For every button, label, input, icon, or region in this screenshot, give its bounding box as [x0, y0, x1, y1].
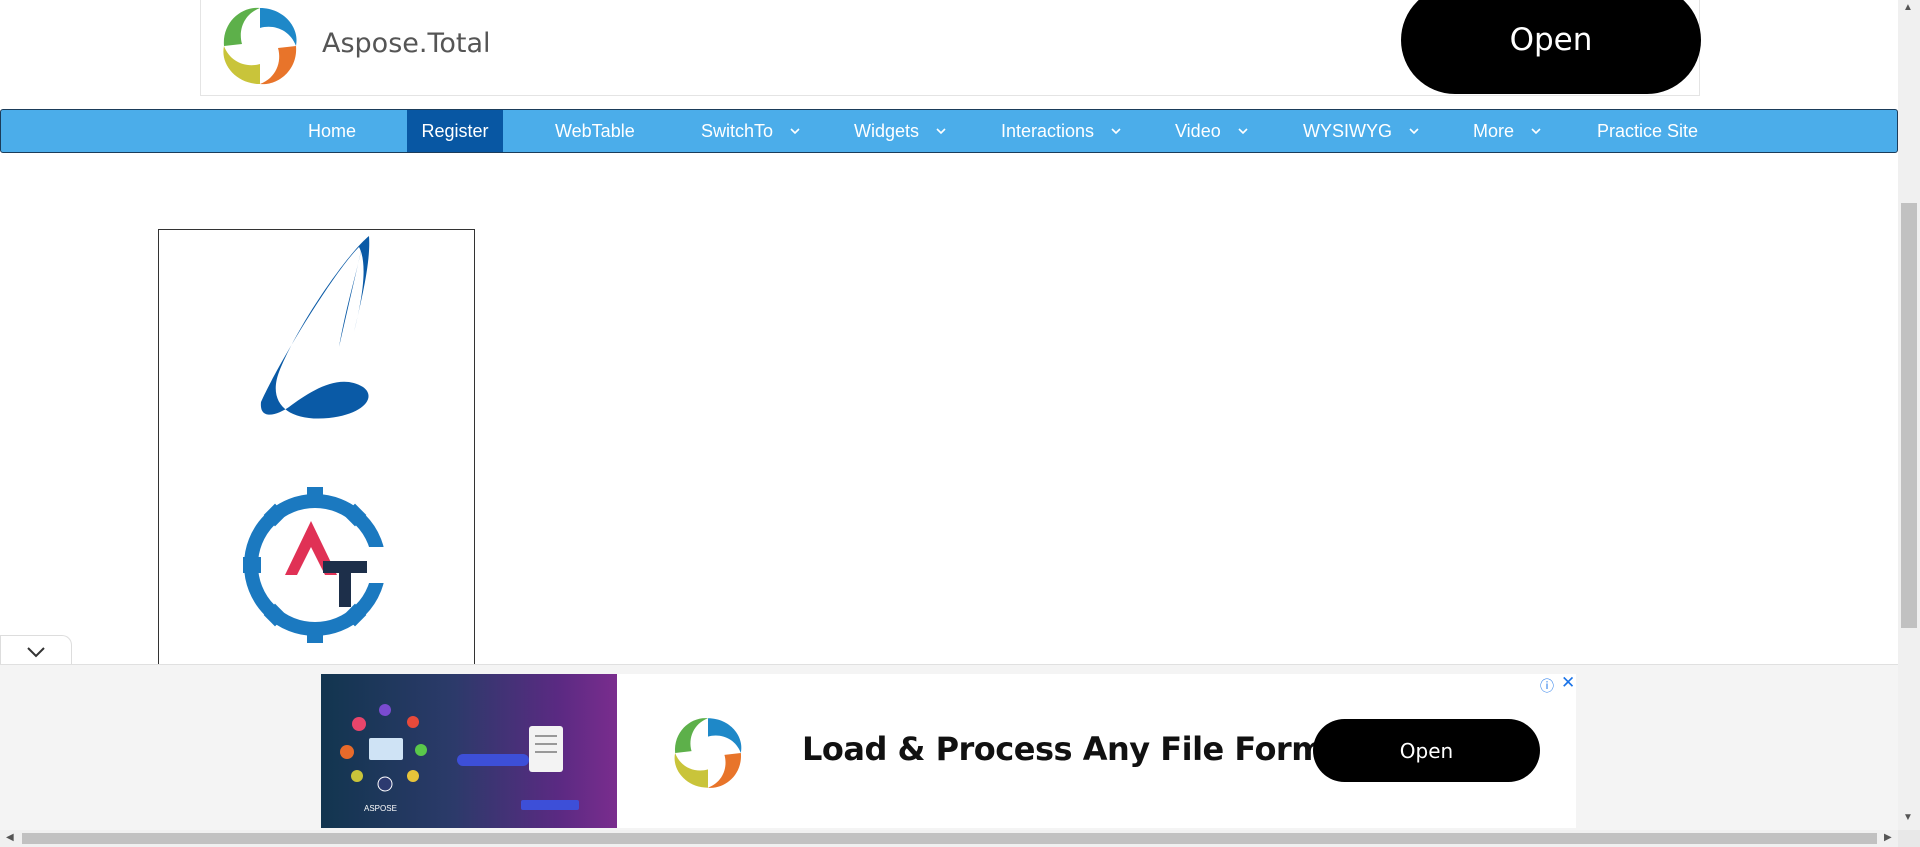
- bottom-ad-content[interactable]: ASPOSE Load & Process Any File Format Op…: [321, 673, 1576, 828]
- scroll-right-arrow-icon[interactable]: ▶: [1884, 832, 1892, 843]
- nav-item-home[interactable]: Home: [300, 110, 364, 152]
- nav-item-label: WebTable: [555, 120, 635, 141]
- nav-item-widgets[interactable]: Widgets: [854, 110, 949, 152]
- nav-item-label: Register: [421, 120, 489, 141]
- nav-item-label: SwitchTo: [701, 120, 774, 141]
- ad-collapse-toggle[interactable]: [0, 635, 72, 667]
- scrollbar-corner: [1898, 830, 1920, 847]
- at-gear-logo-icon: [243, 487, 393, 643]
- bottom-ad-open-button[interactable]: Open: [1313, 719, 1540, 782]
- nav-item-wysiwyg[interactable]: WYSIWYG: [1303, 110, 1422, 152]
- chevron-down-icon: [936, 128, 946, 135]
- chevron-down-icon: [1238, 128, 1248, 135]
- main-navbar: Home Register WebTable SwitchTo Widgets …: [0, 109, 1898, 153]
- top-ad-banner[interactable]: Aspose.Total Open: [200, 0, 1701, 96]
- nav-item-webtable[interactable]: WebTable: [555, 110, 635, 152]
- ad-illustration: ASPOSE: [321, 674, 617, 828]
- nav-item-label: More: [1473, 120, 1515, 141]
- aspose-swirl-logo-icon: [223, 7, 297, 85]
- bottom-anchor-ad: ASPOSE Load & Process Any File Format Op…: [0, 664, 1898, 831]
- aspose-swirl-logo-icon: [674, 718, 742, 788]
- nav-item-practice-site[interactable]: Practice Site: [1597, 110, 1698, 152]
- chevron-down-icon: [1111, 128, 1121, 135]
- nav-item-label: WYSIWYG: [1303, 120, 1392, 141]
- ad-image-caption: ASPOSE: [364, 804, 397, 813]
- s-brush-logo-icon: [260, 236, 370, 419]
- scroll-left-arrow-icon[interactable]: ◀: [6, 832, 14, 843]
- nav-item-interactions[interactable]: Interactions: [1001, 110, 1124, 152]
- ad-headline: Load & Process Any File Format: [802, 730, 1360, 768]
- ad-brand-name: Aspose.Total: [322, 28, 491, 59]
- top-ad-open-button[interactable]: Open: [1401, 0, 1701, 94]
- horizontal-scroll-thumb[interactable]: [22, 833, 1877, 844]
- chevron-down-icon: [1531, 128, 1541, 135]
- vertical-scrollbar[interactable]: ▲ ▼: [1898, 0, 1920, 830]
- nav-item-label: Video: [1175, 120, 1221, 141]
- horizontal-scrollbar[interactable]: ◀ ▶: [0, 830, 1898, 847]
- chevron-down-icon: [1409, 128, 1419, 135]
- nav-item-more[interactable]: More: [1473, 110, 1544, 152]
- chevron-down-icon: [790, 128, 800, 135]
- nav-item-label: Home: [307, 120, 356, 141]
- nav-item-video[interactable]: Video: [1175, 110, 1251, 152]
- nav-item-label: Interactions: [1001, 120, 1095, 141]
- chevron-down-icon: [27, 647, 45, 658]
- scroll-down-arrow-icon[interactable]: ▼: [1903, 812, 1913, 823]
- nav-item-label: Practice Site: [1597, 120, 1699, 141]
- site-logo-panel: [158, 229, 475, 669]
- scroll-up-arrow-icon[interactable]: ▲: [1903, 2, 1913, 13]
- nav-item-label: Widgets: [854, 120, 920, 141]
- vertical-scroll-thumb[interactable]: [1901, 203, 1917, 628]
- nav-item-switchto[interactable]: SwitchTo: [701, 110, 803, 152]
- nav-item-register[interactable]: Register: [407, 110, 503, 152]
- close-icon[interactable]: ✕: [1561, 673, 1575, 693]
- info-icon[interactable]: ⓘ: [1540, 676, 1554, 696]
